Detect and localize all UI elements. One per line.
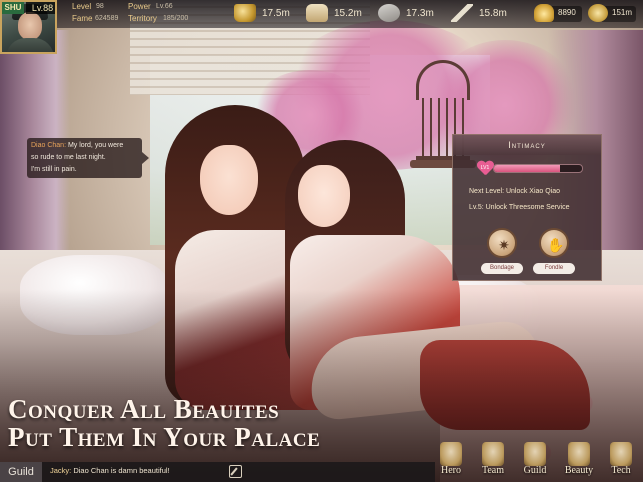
compose-icon[interactable] xyxy=(229,465,242,478)
resource-weapons[interactable]: 15.8m xyxy=(451,4,521,24)
coins-value: 151m xyxy=(612,8,633,17)
fondle-action-circle: ✋ xyxy=(539,228,569,258)
avatar-armor xyxy=(6,38,54,52)
resource-ingots[interactable]: 8890 xyxy=(534,4,582,22)
crossed-swords-icon xyxy=(451,4,473,22)
ingots-value: 8890 xyxy=(558,8,576,17)
hero-icon xyxy=(440,442,462,466)
troops-value: 17.3m xyxy=(406,8,434,19)
power-value: Lv.66 xyxy=(156,3,173,10)
food-value: 15.2m xyxy=(334,8,362,19)
intimacy-level: LV1 xyxy=(480,165,490,171)
rope-icon: ✷ xyxy=(498,237,510,253)
nav-guild[interactable]: Guild xyxy=(514,440,554,482)
beauty-icon xyxy=(568,442,590,466)
faction-badge: SHU xyxy=(2,2,24,14)
chat-sender: Jacky: xyxy=(50,466,72,475)
gold-ingot-icon xyxy=(534,4,554,22)
level-value: 98 xyxy=(96,3,104,10)
intimacy-progress-fill xyxy=(494,165,560,172)
chat-bar[interactable]: Guild Jacky: Diao Chan is damn beautiful… xyxy=(0,462,435,482)
lv5-unlock-text: Lv.5: Unlock Threesome Service xyxy=(469,204,570,211)
dialogue-text: My lord, you were xyxy=(66,142,124,149)
resource-gold[interactable]: 17.5m xyxy=(234,4,304,24)
resource-troops[interactable]: 17.3m xyxy=(378,4,448,24)
fondle-button[interactable]: ✋ Fondle xyxy=(533,228,575,278)
resource-coins[interactable]: 151m xyxy=(588,4,636,22)
promo-banner: Conquer All Beauites Put Them In Your Pa… xyxy=(8,394,368,454)
fame-value: 624589 xyxy=(95,15,119,22)
grain-icon xyxy=(306,4,328,22)
hands-icon: ✋ xyxy=(547,237,565,253)
fondle-label: Fondle xyxy=(533,263,575,274)
banner-line-1: Conquer All Beauites xyxy=(8,394,280,424)
nav-team[interactable]: Team xyxy=(472,440,512,482)
dialogue-line: so rude to me last night. xyxy=(31,154,106,161)
coin-icon xyxy=(588,4,608,22)
chat-guild-tab[interactable]: Guild xyxy=(0,462,42,482)
bondage-button[interactable]: ✷ Bondage xyxy=(481,228,523,278)
resource-food[interactable]: 15.2m xyxy=(306,4,376,24)
troops-icon xyxy=(378,4,400,22)
nav-tech-label: Tech xyxy=(611,465,631,476)
bondage-action-circle: ✷ xyxy=(487,228,517,258)
guild-icon xyxy=(524,442,546,466)
nav-beauty-label: Beauty xyxy=(564,465,594,476)
chat-text: Diao Chan is damn beautiful! xyxy=(71,466,170,475)
banner-line-2: Put Them In Your Palace xyxy=(8,422,321,452)
stat-row: Fame 624589 Territory 185/200 xyxy=(72,14,222,25)
intimacy-progress-bar xyxy=(493,164,583,173)
dialogue-line: Diao Chan: My lord, you were xyxy=(31,140,138,152)
power-label: Power xyxy=(128,2,151,11)
player-stats: Level 98 Power Lv.66 Fame 624589 Territo… xyxy=(72,2,222,26)
nav-beauty[interactable]: Beauty xyxy=(558,440,598,482)
bondage-label: Bondage xyxy=(481,263,523,274)
intimacy-panel: Intimacy LV1 Next Level: Unlock Xiao Qia… xyxy=(452,134,602,281)
dialogue-line: I'm still in pain. xyxy=(31,166,77,173)
nav-hero-label: Hero xyxy=(441,465,461,476)
nav-hero[interactable]: Hero xyxy=(430,440,470,482)
player-avatar[interactable]: SHU Lv.88 xyxy=(0,0,57,54)
bottom-nav: Hero Team Guild Beauty Tech xyxy=(430,440,643,482)
dialogue-bubble[interactable]: Diao Chan: My lord, you were so rude to … xyxy=(27,138,149,178)
tech-icon xyxy=(610,442,632,466)
gold-icon xyxy=(234,4,256,22)
intimacy-title: Intimacy xyxy=(453,135,601,155)
dialogue-speaker: Diao Chan: xyxy=(31,142,67,149)
territory-value: 185/200 xyxy=(163,15,189,22)
next-level-text: Next Level: Unlock Xiao Qiao xyxy=(469,188,561,195)
nav-guild-label: Guild xyxy=(523,465,547,476)
territory-label: Territory xyxy=(128,14,157,23)
level-label: Level xyxy=(72,2,92,11)
avatar-face xyxy=(18,12,42,40)
fame-label: Fame xyxy=(72,14,93,23)
stat-row: Level 98 Power Lv.66 xyxy=(72,2,222,13)
gold-value: 17.5m xyxy=(262,8,290,19)
weapons-value: 15.8m xyxy=(479,8,507,19)
team-icon xyxy=(482,442,504,466)
nav-tech[interactable]: Tech xyxy=(600,440,640,482)
player-level-badge: Lv.88 xyxy=(26,2,55,14)
nav-team-label: Team xyxy=(481,465,505,476)
chat-message: Jacky: Diao Chan is damn beautiful! xyxy=(50,466,170,475)
